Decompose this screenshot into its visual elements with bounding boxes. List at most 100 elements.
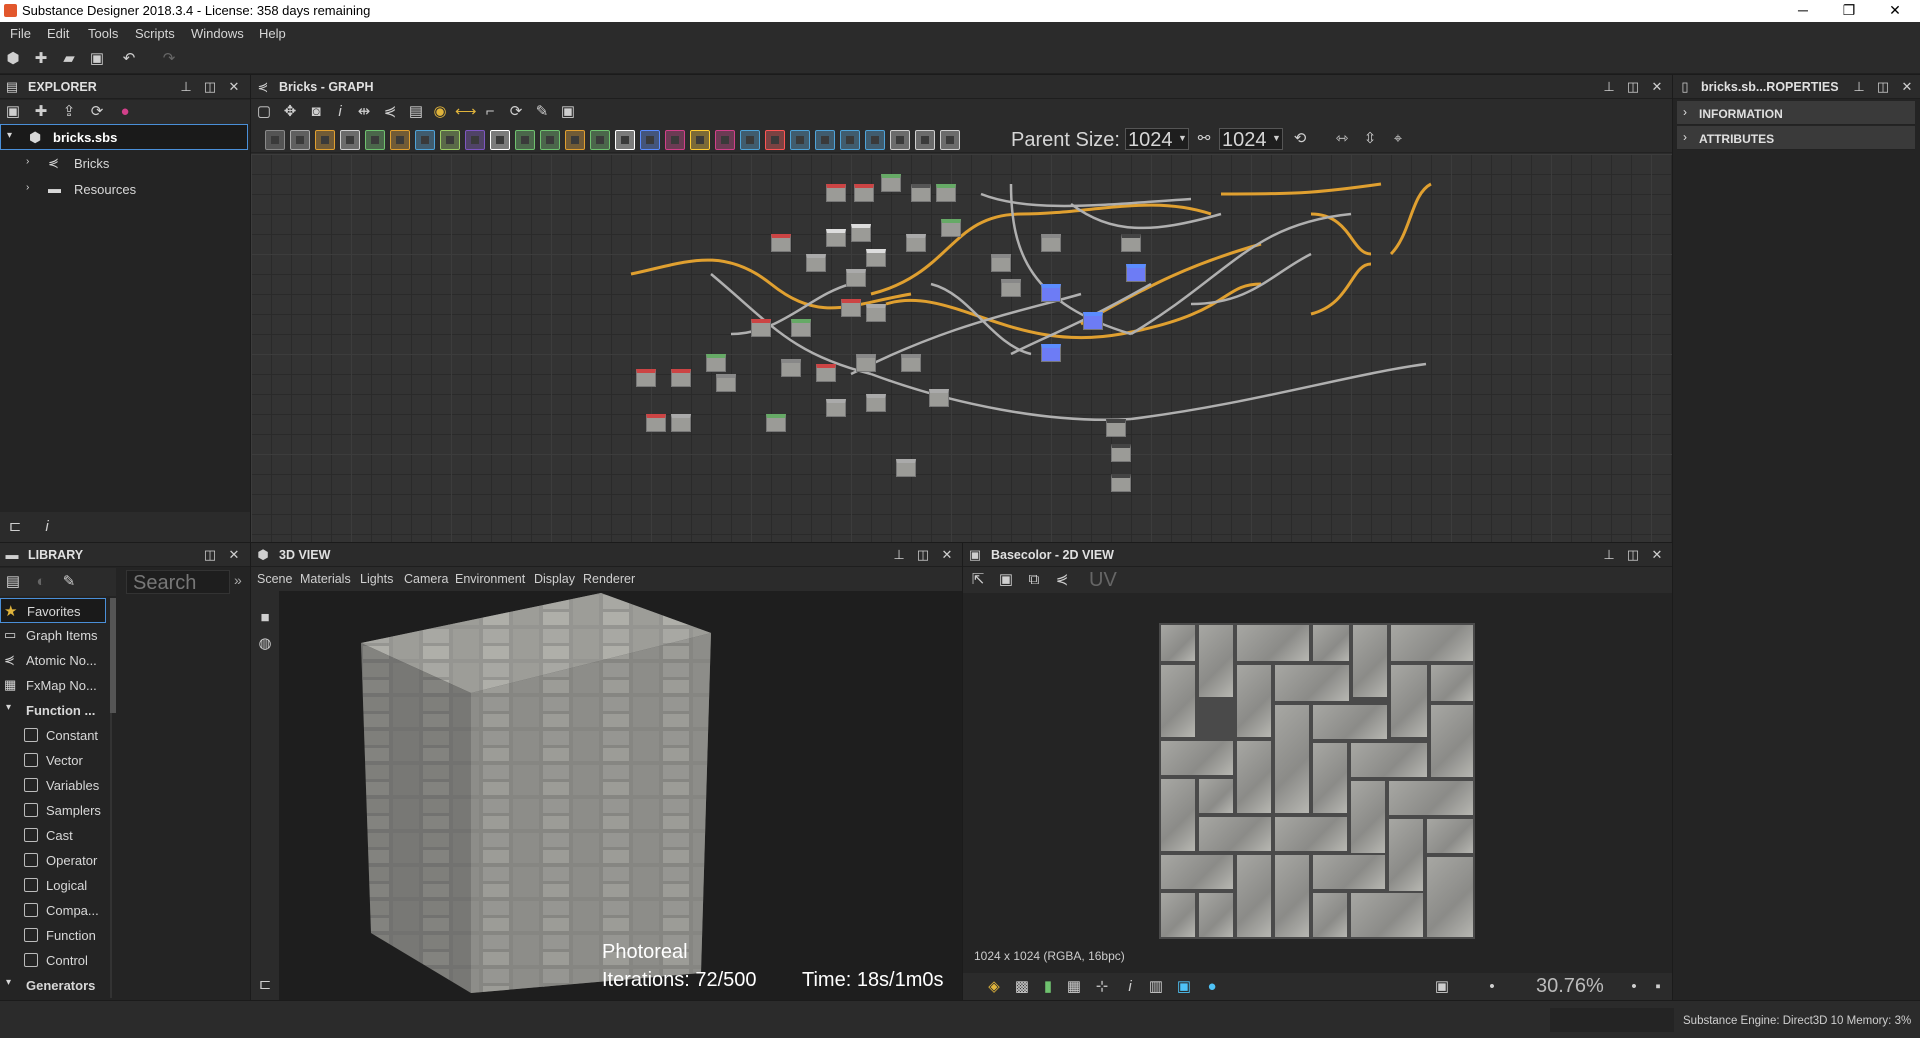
- expand-icon[interactable]: »: [234, 572, 242, 588]
- atomic-node-icon[interactable]: [665, 130, 685, 150]
- tree-item-resources[interactable]: › ▬ Resources: [0, 177, 248, 203]
- pin-icon[interactable]: ⊥: [1851, 79, 1867, 95]
- graph-node[interactable]: [866, 249, 886, 267]
- graph-node[interactable]: [1111, 444, 1131, 462]
- align-icon[interactable]: ⌐: [481, 103, 499, 121]
- graph-node[interactable]: [1041, 284, 1061, 302]
- atomic-node-icon[interactable]: [265, 130, 285, 150]
- graph-node[interactable]: [706, 354, 726, 372]
- uv-toggle[interactable]: UV: [1089, 569, 1117, 592]
- atomic-node-icon[interactable]: [465, 130, 485, 150]
- atomic-node-icon[interactable]: [365, 130, 385, 150]
- camera-icon[interactable]: ◙: [307, 103, 325, 121]
- align-vertical-icon[interactable]: ⇳: [1361, 130, 1379, 148]
- pin-icon[interactable]: ⊥: [1601, 79, 1617, 95]
- float-icon[interactable]: ◫: [202, 79, 218, 95]
- connect-icon[interactable]: ⟷: [455, 103, 477, 121]
- graph-node[interactable]: [1041, 234, 1061, 252]
- atomic-node-icon[interactable]: [890, 130, 910, 150]
- section-attributes[interactable]: › ATTRIBUTES: [1677, 126, 1915, 150]
- graph-node[interactable]: [791, 319, 811, 337]
- lib-generators-group[interactable]: ▾ Generators: [0, 973, 106, 998]
- lib-function-item[interactable]: Samplers: [0, 798, 106, 823]
- menu-help[interactable]: Help: [259, 26, 286, 41]
- pin-icon[interactable]: ⊥: [178, 79, 194, 95]
- lib-function-item[interactable]: Control: [0, 948, 106, 973]
- snap-icon[interactable]: ⌖: [1389, 130, 1407, 148]
- frame-select-icon[interactable]: ▣: [559, 103, 577, 121]
- atomic-node-icon[interactable]: [390, 130, 410, 150]
- graph-node[interactable]: [851, 224, 871, 242]
- atomic-node-icon[interactable]: [915, 130, 935, 150]
- tab-materials[interactable]: Materials: [300, 572, 351, 586]
- sync-icon[interactable]: ◐: [32, 573, 50, 591]
- graph-node[interactable]: [1106, 419, 1126, 437]
- channel-icon[interactable]: ●: [1203, 978, 1221, 996]
- atomic-node-icon[interactable]: [415, 130, 435, 150]
- save-icon[interactable]: ▣: [4, 103, 22, 121]
- zoom-level[interactable]: 30.76%: [1536, 975, 1604, 998]
- graph-node[interactable]: [881, 174, 901, 192]
- texture-preview[interactable]: [1159, 623, 1475, 939]
- tree-package-bricks[interactable]: ▾ ⬢ bricks.sbs: [0, 124, 248, 150]
- graph-node[interactable]: [816, 364, 836, 382]
- tools-icon[interactable]: ✎: [533, 103, 551, 121]
- new-package-icon[interactable]: ⬢: [4, 50, 22, 68]
- atomic-node-icon[interactable]: [290, 130, 310, 150]
- refresh-icon[interactable]: ⟳: [507, 103, 525, 121]
- atomic-node-icon[interactable]: [615, 130, 635, 150]
- dot-icon[interactable]: •: [1483, 978, 1501, 996]
- close-icon[interactable]: ✕: [1649, 547, 1665, 563]
- open-folder-icon[interactable]: ▰: [60, 50, 78, 68]
- atomic-node-icon[interactable]: [440, 130, 460, 150]
- graph-node[interactable]: [1121, 234, 1141, 252]
- chevron-down-icon[interactable]: ▾: [7, 130, 12, 141]
- close-window-button[interactable]: ✕: [1872, 0, 1918, 22]
- lib-function-group[interactable]: ▾ Function ...: [0, 698, 106, 723]
- lib-function-item[interactable]: Variables: [0, 773, 106, 798]
- edit-icon[interactable]: ✎: [60, 573, 78, 591]
- chevron-right-icon[interactable]: ›: [26, 156, 29, 167]
- lib-function-item[interactable]: Cast: [0, 823, 106, 848]
- histogram-icon[interactable]: ▥: [1147, 978, 1165, 996]
- info-icon[interactable]: i: [1121, 978, 1139, 996]
- atomic-node-icon[interactable]: [715, 130, 735, 150]
- close-icon[interactable]: ✕: [226, 547, 242, 563]
- graph-node[interactable]: [826, 399, 846, 417]
- atomic-node-icon[interactable]: [640, 130, 660, 150]
- graph-node[interactable]: [901, 354, 921, 372]
- menu-edit[interactable]: Edit: [47, 26, 69, 41]
- hierarchy-icon[interactable]: ⋞: [1053, 571, 1071, 589]
- info-icon[interactable]: i: [38, 518, 56, 536]
- atomic-node-icon[interactable]: [690, 130, 710, 150]
- float-icon[interactable]: ◫: [1875, 79, 1891, 95]
- lib-function-item[interactable]: Compa...: [0, 898, 106, 923]
- graph-canvas[interactable]: [251, 154, 1672, 542]
- new-icon[interactable]: ✚: [32, 103, 50, 121]
- lib-function-item[interactable]: Logical: [0, 873, 106, 898]
- lib-favorites[interactable]: ★ Favorites: [0, 598, 106, 623]
- atomic-node-icon[interactable]: [940, 130, 960, 150]
- atomic-node-icon[interactable]: [765, 130, 785, 150]
- graph-node[interactable]: [841, 299, 861, 317]
- lib-fxmap-nodes[interactable]: ▦ FxMap No...: [0, 673, 106, 698]
- lock-icon[interactable]: ▪: [1649, 978, 1667, 996]
- parent-size-a-select[interactable]: 1024 ▼: [1125, 128, 1189, 151]
- float-icon[interactable]: ◫: [1625, 79, 1641, 95]
- tab-environment[interactable]: Environment: [455, 572, 525, 586]
- graph-node[interactable]: [896, 459, 916, 477]
- atomic-node-icon[interactable]: [740, 130, 760, 150]
- atomic-node-icon[interactable]: [340, 130, 360, 150]
- graph-node[interactable]: [751, 319, 771, 337]
- graph-node[interactable]: [781, 359, 801, 377]
- refresh-icon[interactable]: ⟳: [88, 103, 106, 121]
- lib-function-item[interactable]: Constant: [0, 723, 106, 748]
- atomic-node-icon[interactable]: [515, 130, 535, 150]
- tab-display[interactable]: Display: [534, 572, 575, 586]
- graph-node[interactable]: [1111, 474, 1131, 492]
- graph-node[interactable]: [929, 389, 949, 407]
- dot-icon[interactable]: •: [1625, 978, 1643, 996]
- menu-tools[interactable]: Tools: [88, 26, 118, 41]
- float-icon[interactable]: ◫: [915, 547, 931, 563]
- graph-node[interactable]: [866, 304, 886, 322]
